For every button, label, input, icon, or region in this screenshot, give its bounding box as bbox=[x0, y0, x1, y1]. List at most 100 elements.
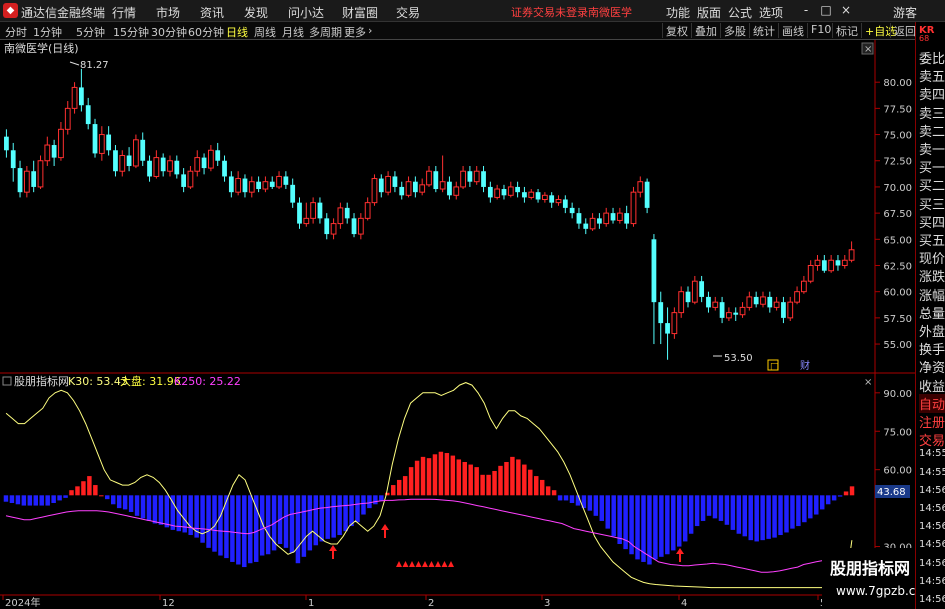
f10-button[interactable]: F10 bbox=[807, 23, 834, 38]
period-monthly[interactable]: 月线 bbox=[282, 24, 304, 40]
tick-time: 14:55 bbox=[919, 448, 945, 460]
period-1min[interactable]: 1分钟 bbox=[33, 24, 62, 40]
menu-fortune[interactable]: 财富圈 bbox=[342, 4, 378, 21]
period-multi[interactable]: 多周期 bbox=[309, 24, 342, 40]
indicator-bar bbox=[39, 495, 44, 506]
menu-quotes[interactable]: 行情 bbox=[112, 4, 136, 21]
multi-stock-button[interactable]: 多股 bbox=[720, 23, 749, 38]
current-value: 43.68 bbox=[877, 487, 906, 498]
menu-news[interactable]: 资讯 bbox=[200, 4, 224, 21]
candle-body-up bbox=[773, 301, 780, 308]
period-more[interactable]: 更多 bbox=[344, 24, 366, 40]
period-60min[interactable]: 60分钟 bbox=[188, 24, 224, 40]
candle-body-up bbox=[58, 128, 64, 159]
date-axis: 2024年1212345 bbox=[2, 595, 826, 609]
indicator-bar bbox=[51, 495, 56, 503]
indicator-bar bbox=[468, 464, 473, 496]
close-icon[interactable]: × bbox=[864, 44, 872, 55]
indicator-bar bbox=[718, 495, 724, 521]
period-weekly[interactable]: 周线 bbox=[254, 24, 276, 40]
period-30min[interactable]: 30分钟 bbox=[151, 24, 187, 40]
candle-body-down bbox=[113, 150, 118, 172]
candle-body-down bbox=[31, 171, 37, 187]
indicator-bar bbox=[551, 490, 557, 496]
mark-button[interactable]: 标记 bbox=[832, 23, 861, 38]
draw-line-button[interactable]: 画线 bbox=[778, 23, 807, 38]
menu-formula[interactable]: 公式 bbox=[728, 4, 752, 21]
date-tick-label: 2024年 bbox=[5, 596, 40, 609]
app-logo-icon: ◆ bbox=[3, 3, 18, 18]
candle-body-down bbox=[378, 178, 384, 193]
quote-field-label: 买三 bbox=[919, 197, 945, 213]
quote-field-label: 卖二 bbox=[919, 124, 945, 140]
menu-ask[interactable]: 问小达 bbox=[288, 4, 324, 21]
indicator-bar bbox=[790, 495, 795, 529]
quote-field-label: 现价 bbox=[919, 252, 945, 268]
close-window-button[interactable]: × bbox=[837, 3, 855, 17]
candle-body-up bbox=[712, 301, 719, 308]
period-5min[interactable]: 5分钟 bbox=[76, 24, 105, 40]
candle-body-up bbox=[330, 223, 337, 235]
indicator-close-icon[interactable]: × bbox=[864, 377, 872, 388]
indicator-bar bbox=[432, 454, 438, 496]
current-stock-name: 南微医学 bbox=[588, 6, 632, 19]
indicator-bar bbox=[69, 490, 74, 496]
minimize-button[interactable]: - bbox=[797, 3, 815, 17]
indicator-bar bbox=[158, 495, 164, 525]
stock-code-2: 68 bbox=[919, 34, 930, 43]
indicator-bar bbox=[349, 495, 354, 527]
menu-market[interactable]: 市场 bbox=[156, 4, 180, 21]
indicator-bar bbox=[15, 495, 21, 505]
maximize-button[interactable]: □ bbox=[817, 3, 835, 17]
statistics-button[interactable]: 统计 bbox=[749, 23, 778, 38]
guest-user[interactable]: 游客 bbox=[893, 4, 917, 21]
menu-trade[interactable]: 交易 bbox=[396, 4, 420, 21]
candle-body-up bbox=[23, 170, 30, 193]
candle-body-down bbox=[174, 160, 180, 175]
price-tick-label: 62.50 bbox=[883, 261, 912, 272]
indicator-bar bbox=[87, 476, 92, 496]
candle-body-down bbox=[624, 213, 630, 224]
menu-layout[interactable]: 版面 bbox=[697, 4, 721, 21]
indicator-settings-icon[interactable] bbox=[2, 376, 12, 386]
quote-field-label[interactable]: 自动 bbox=[919, 393, 945, 413]
candle-body-down bbox=[256, 181, 261, 190]
indicator-bar bbox=[248, 495, 253, 564]
candle-body-up bbox=[746, 296, 753, 308]
menu-discover[interactable]: 发现 bbox=[244, 4, 268, 21]
signal-triangle bbox=[428, 561, 435, 567]
candle-body-down bbox=[610, 213, 616, 221]
adjust-button[interactable]: 复权 bbox=[662, 23, 691, 38]
candle-body-down bbox=[399, 186, 405, 196]
menu-options[interactable]: 选项 bbox=[759, 4, 783, 21]
event-marker-icon[interactable]: □ bbox=[770, 362, 779, 372]
indicator-bar bbox=[420, 456, 426, 496]
indicator-bar bbox=[760, 495, 765, 541]
stock-chart[interactable]: 南微医学(日线) × 55.00 57.50 60.00 62.50 65.00 67.5… bbox=[0, 40, 915, 609]
price-tick-label: 65.00 bbox=[883, 235, 912, 246]
period-daily[interactable]: 日线 bbox=[226, 24, 248, 40]
login-status[interactable]: 证券交易未登录 bbox=[511, 4, 588, 20]
indicator-bar bbox=[605, 495, 610, 529]
candle-body-down bbox=[706, 296, 711, 308]
candle-body-down bbox=[481, 171, 486, 187]
menu-function[interactable]: 功能 bbox=[666, 4, 690, 21]
chevron-right-icon[interactable]: › bbox=[368, 24, 372, 37]
indicator-bar bbox=[236, 495, 241, 565]
indicator-bar bbox=[379, 495, 384, 501]
indicator-bar bbox=[206, 495, 211, 548]
quote-field-label: 买一 bbox=[919, 161, 945, 177]
indicator-bar bbox=[391, 485, 396, 496]
indicator-bar bbox=[671, 495, 676, 551]
indicator-bar bbox=[450, 455, 456, 496]
overlay-button[interactable]: 叠加 bbox=[691, 23, 720, 38]
indicator-bar bbox=[802, 495, 807, 523]
period-timeshare[interactable]: 分时 bbox=[5, 24, 27, 40]
finance-marker[interactable]: 财 bbox=[800, 359, 810, 372]
candle-body-up bbox=[153, 157, 160, 177]
quote-field-label: 涨幅 bbox=[919, 288, 945, 304]
period-15min[interactable]: 15分钟 bbox=[113, 24, 149, 40]
candle-body-up bbox=[637, 181, 644, 193]
indicator-bar bbox=[563, 495, 569, 501]
indicator-bar bbox=[331, 495, 336, 538]
